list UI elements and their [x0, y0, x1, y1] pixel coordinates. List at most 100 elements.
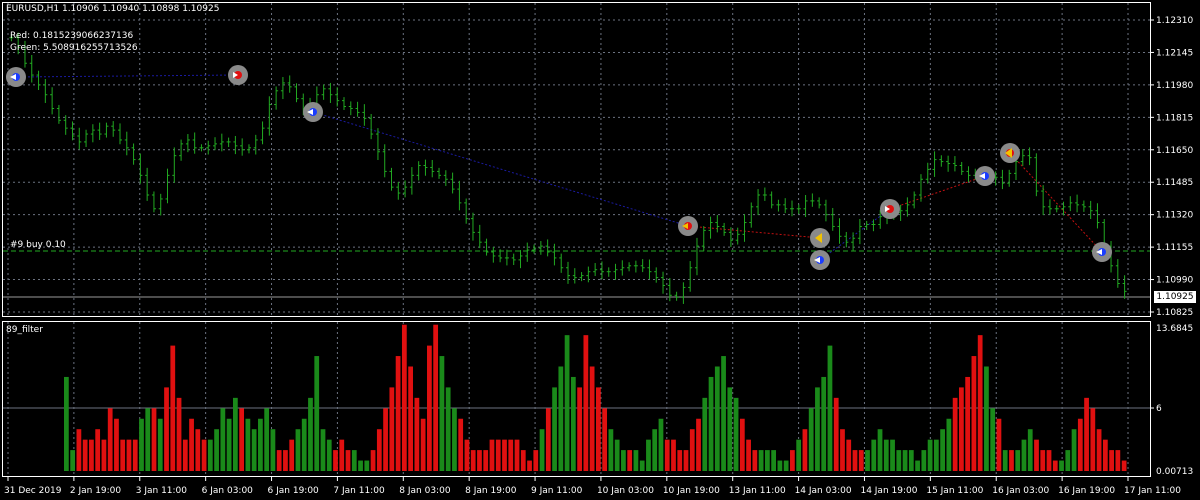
trade-line-5 — [889, 175, 986, 210]
candle — [681, 282, 686, 304]
candle — [783, 198, 788, 214]
time-axis-label: 2 Jan 19:00 — [70, 486, 122, 496]
price-axis-label: 1.10825 — [1156, 308, 1193, 318]
histogram-bar — [602, 408, 608, 471]
candle — [627, 262, 632, 272]
histogram-bar — [489, 439, 495, 471]
candle — [389, 167, 394, 191]
candle — [715, 215, 720, 233]
histogram-bar — [808, 408, 814, 471]
histogram-bar — [120, 439, 126, 471]
histogram-bar — [758, 450, 764, 471]
histogram-bar — [176, 397, 182, 471]
candle — [844, 231, 849, 248]
candle — [606, 267, 611, 277]
histogram-bar — [395, 356, 401, 471]
candle — [172, 147, 177, 183]
histogram-bar — [139, 418, 144, 471]
candle — [219, 133, 224, 152]
candle — [1095, 203, 1100, 229]
histogram-bar — [414, 397, 420, 471]
histogram-bar — [389, 387, 395, 471]
histogram-bar — [739, 418, 745, 471]
candle — [90, 124, 95, 143]
histogram-bar — [733, 397, 739, 471]
histogram-bar — [207, 439, 213, 471]
histogram-bar — [276, 450, 282, 471]
trade-markers[interactable] — [6, 65, 1112, 270]
candle — [36, 70, 41, 91]
time-axis-label: 15 Jan 11:00 — [926, 486, 983, 496]
histogram-bar — [333, 450, 338, 471]
candle — [525, 242, 530, 262]
candle — [803, 195, 808, 218]
time-axis-label: 16 Jan 03:00 — [992, 486, 1049, 496]
trade-marker-buy-4[interactable] — [975, 166, 995, 186]
candle — [871, 219, 876, 232]
candle — [43, 78, 48, 103]
indicator-max-label: 13.6845 — [1156, 324, 1193, 334]
order-line-label[interactable]: #9 buy 0.10 — [10, 240, 66, 250]
trade-line-1 — [15, 74, 239, 78]
indicator-histogram — [64, 324, 1127, 471]
candle — [29, 55, 34, 83]
histogram-bar — [1109, 450, 1114, 471]
candle — [1088, 200, 1093, 219]
trade-marker-sell-3[interactable] — [810, 228, 830, 248]
time-axis-label: 16 Jan 19:00 — [1058, 486, 1115, 496]
trade-marker-buy-3[interactable] — [810, 250, 830, 270]
trade-marker-sell-1[interactable] — [228, 65, 248, 85]
trade-marker-sell-4[interactable] — [880, 199, 900, 219]
histogram-bar — [264, 408, 270, 471]
histogram-bar — [959, 387, 964, 471]
trade-marker-sell-5[interactable] — [1000, 143, 1020, 163]
candle — [77, 127, 82, 150]
histogram-bar — [1059, 460, 1064, 471]
histogram-bar — [195, 429, 201, 471]
histogram-bar — [658, 418, 664, 471]
histogram-bar — [1021, 439, 1027, 471]
candle — [63, 115, 68, 135]
histogram-bar — [583, 335, 589, 471]
histogram-bar — [783, 460, 789, 471]
histogram-bar — [545, 408, 551, 471]
chart-window[interactable]: 1.12310 1.12145 1.11980 1.11815 1.11650 1.114… — [0, 0, 1200, 500]
histogram-bar — [664, 439, 670, 471]
trade-marker-buy-2[interactable] — [303, 102, 323, 122]
red-value-label: Red: 0.1815239066237136 — [10, 31, 134, 41]
histogram-bar — [821, 376, 827, 471]
candle — [437, 167, 442, 179]
candle — [342, 97, 346, 111]
histogram-bar — [520, 450, 526, 471]
symbol-header: EURUSD,H1 1.10906 1.10940 1.10898 1.1092… — [6, 4, 220, 14]
price-axis-label: 1.11155 — [1156, 243, 1193, 253]
histogram-bar — [902, 450, 908, 471]
histogram-bar — [508, 439, 514, 471]
candle — [538, 241, 543, 255]
histogram-bar — [984, 366, 989, 471]
histogram-bar — [946, 418, 952, 471]
trade-line-2 — [312, 111, 689, 227]
trade-marker-buy-5[interactable] — [1092, 242, 1112, 262]
indicator-mid-label: 6 — [1156, 404, 1162, 414]
candle — [810, 193, 815, 207]
candle — [50, 87, 55, 115]
candle — [579, 272, 584, 282]
trade-marker-buy-1[interactable] — [6, 67, 26, 87]
histogram-bar — [132, 439, 138, 471]
histogram-bar — [627, 450, 633, 471]
candle — [1115, 259, 1120, 288]
candle — [511, 253, 516, 266]
candle — [633, 260, 638, 273]
candle — [946, 155, 951, 172]
candle — [199, 144, 204, 152]
histogram-bar — [145, 408, 151, 471]
trade-marker-sell-2[interactable] — [678, 216, 698, 236]
histogram-bar — [308, 397, 313, 471]
histogram-bar — [126, 439, 132, 471]
price-axis-label: 1.11980 — [1156, 81, 1193, 91]
histogram-bar — [64, 376, 69, 471]
histogram-bar — [633, 450, 639, 471]
chart-canvas[interactable]: 1.12310 1.12145 1.11980 1.11815 1.11650 1.114… — [0, 0, 1200, 500]
histogram-bar — [815, 387, 820, 471]
